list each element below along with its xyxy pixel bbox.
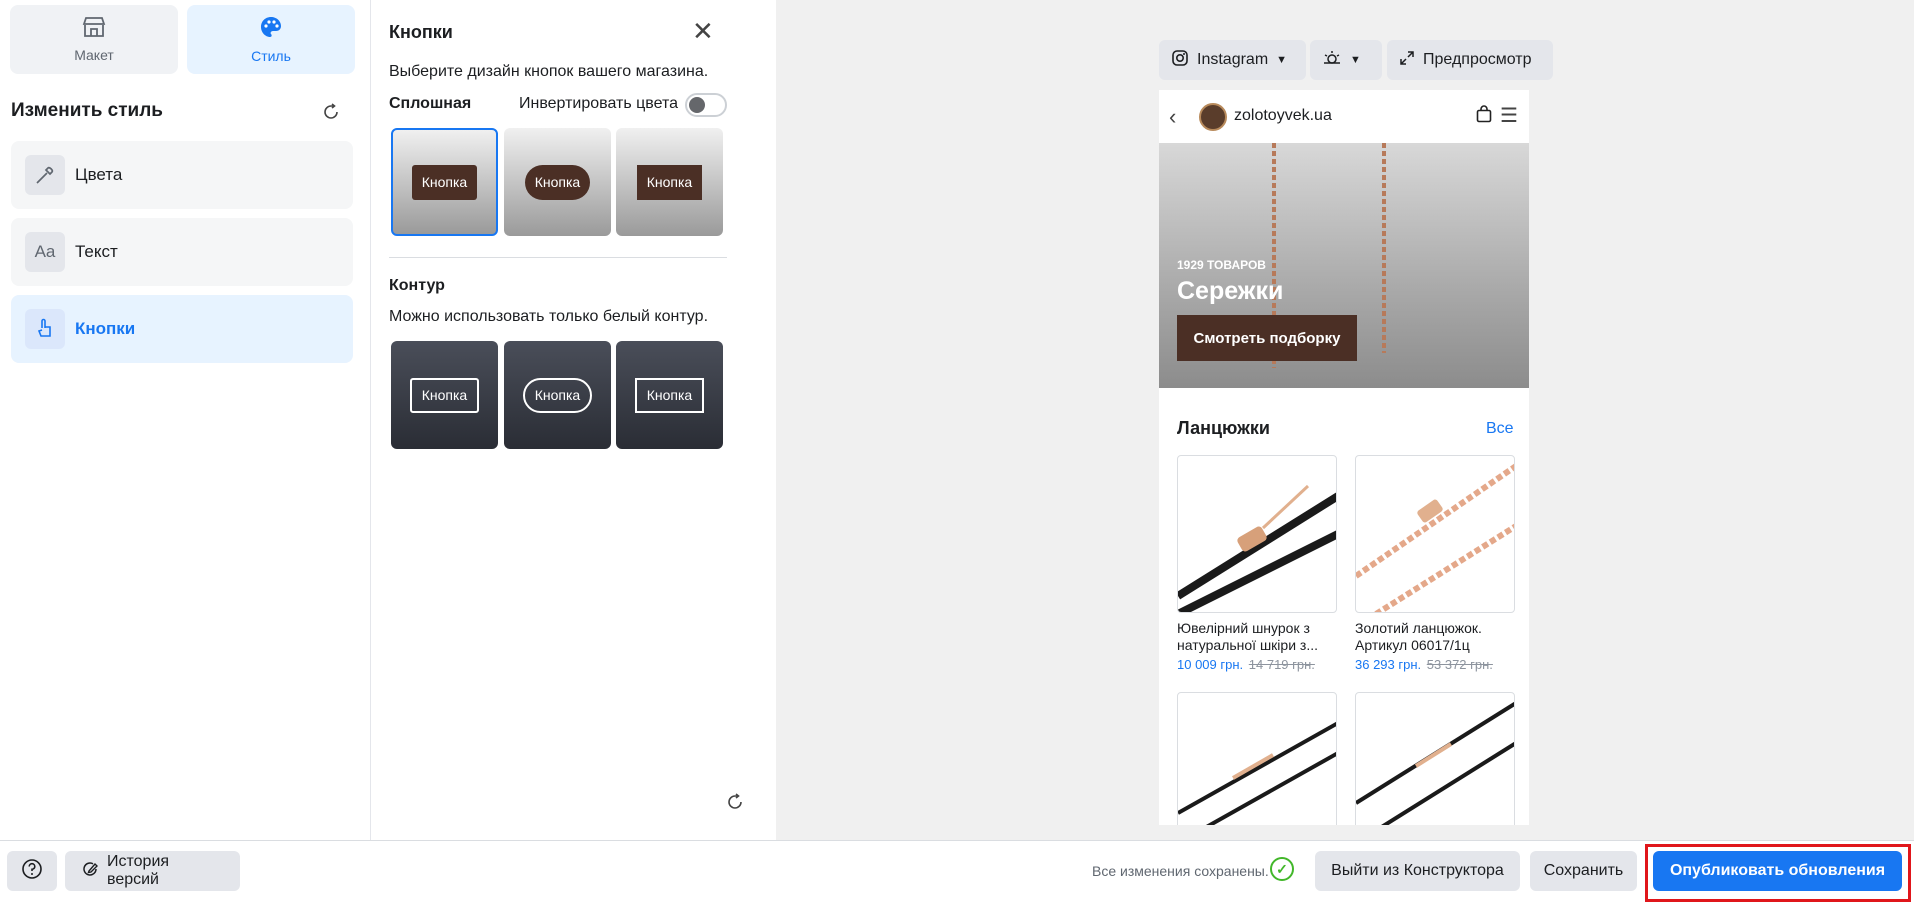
product-card[interactable]	[1355, 692, 1515, 825]
solid-option-square[interactable]: Кнопка	[616, 128, 723, 236]
sun-icon	[1322, 49, 1342, 72]
toggle-knob	[689, 97, 705, 113]
outline-section-label: Контур	[389, 277, 445, 294]
store-preview-area: Instagram ▼ ▼ Предпросмотр ‹ zolotoyvek.…	[776, 0, 1914, 840]
tab-layout[interactable]: Макет	[10, 5, 178, 74]
button-sample: Кнопка	[409, 377, 480, 413]
product-price-row: 36 293 грн. 53 372 грн.	[1355, 657, 1515, 672]
sidebar-item-label: Цвета	[75, 165, 123, 184]
save-button[interactable]: Сохранить	[1530, 851, 1637, 891]
store-name: zolotoyvek.ua	[1234, 107, 1332, 124]
product-old-price: 53 372 грн.	[1426, 657, 1493, 672]
change-style-heading: Изменить стиль	[11, 100, 163, 121]
button-sample: Кнопка	[524, 164, 591, 200]
product-image	[1355, 692, 1515, 825]
product-image	[1355, 455, 1515, 613]
channel-dropdown[interactable]: Instagram ▼	[1159, 40, 1306, 80]
product-price: 10 009 грн.	[1177, 657, 1244, 672]
outline-description: Можно использовать только белый контур.	[389, 308, 709, 325]
product-image	[1177, 455, 1337, 613]
buttons-panel: Кнопки ✕ Выберите дизайн кнопок вашего м…	[372, 0, 776, 840]
collection-all-link[interactable]: Все	[1486, 420, 1514, 438]
eyedropper-icon	[25, 155, 65, 195]
button-sample: Кнопка	[636, 164, 703, 200]
product-card[interactable]: Ювелірний шнурок з натуральної шкіри з..…	[1177, 455, 1337, 672]
save-status-text: Все изменения сохранены.	[1092, 863, 1269, 879]
outline-option-rectangle[interactable]: Кнопка	[391, 341, 498, 449]
solid-option-rectangle[interactable]: Кнопка	[391, 128, 498, 236]
sidebar-item-label: Кнопки	[75, 319, 136, 338]
tab-style-label: Стиль	[251, 48, 291, 64]
product-price: 36 293 грн.	[1355, 657, 1422, 672]
product-name: Ювелірний шнурок з натуральної шкіри з..…	[1177, 620, 1319, 653]
button-sample: Кнопка	[634, 377, 705, 413]
help-button[interactable]	[7, 851, 57, 891]
sidebar-item-text[interactable]: Aa Текст	[11, 218, 353, 286]
sidebar-item-label: Текст	[75, 242, 118, 261]
sidebar-item-colors[interactable]: Цвета	[11, 141, 353, 209]
history-edit-icon	[81, 860, 99, 883]
back-arrow-icon[interactable]: ‹	[1169, 104, 1176, 130]
style-sidebar: Макет Стиль Изменить стиль Цвета Aa Текс…	[0, 0, 371, 840]
product-image	[1177, 692, 1337, 825]
reset-buttons-icon[interactable]	[724, 791, 746, 813]
earring-chain-image	[1382, 143, 1386, 353]
storefront-icon	[82, 16, 106, 41]
version-history-label: История версий	[107, 853, 170, 888]
invert-colors-label: Инвертировать цвета	[519, 95, 679, 112]
check-circle-icon: ✓	[1270, 857, 1294, 881]
collection-title: Ланцюжки	[1177, 418, 1270, 438]
product-card[interactable]: Золотий ланцюжок. Артикул 06017/1ц 36 29…	[1355, 455, 1515, 672]
hero-title: Сережки	[1177, 277, 1284, 305]
store-header: ‹ zolotoyvek.ua ☰	[1159, 90, 1529, 143]
instagram-icon	[1171, 49, 1189, 72]
outline-option-square[interactable]: Кнопка	[616, 341, 723, 449]
invert-colors-toggle[interactable]	[685, 93, 727, 117]
phone-preview: ‹ zolotoyvek.ua ☰ 1929 ТОВАРОВ Сережки С…	[1159, 90, 1529, 825]
reset-style-icon[interactable]	[320, 101, 342, 123]
expand-icon	[1399, 50, 1415, 71]
sidebar-item-buttons[interactable]: Кнопки	[11, 295, 353, 363]
question-icon	[21, 858, 43, 885]
exit-builder-button[interactable]: Выйти из Конструктора	[1315, 851, 1520, 891]
tap-hand-icon	[25, 309, 65, 349]
caret-down-icon: ▼	[1350, 54, 1361, 66]
tab-style[interactable]: Стиль	[187, 5, 355, 74]
palette-icon	[259, 15, 283, 42]
footer-bar: История версий Все изменения сохранены. …	[0, 840, 1914, 905]
channel-label: Instagram	[1197, 51, 1269, 68]
panel-description: Выберите дизайн кнопок вашего магазина.	[389, 63, 709, 80]
product-old-price: 14 719 грн.	[1248, 657, 1315, 672]
preview-button[interactable]: Предпросмотр	[1387, 40, 1553, 80]
hero-banner: 1929 ТОВАРОВ Сережки Смотреть подборку	[1159, 143, 1529, 388]
hamburger-menu-icon[interactable]: ☰	[1500, 103, 1518, 128]
solid-section-label: Сплошная	[389, 95, 472, 112]
button-sample: Кнопка	[411, 164, 478, 200]
text-aa-icon: Aa	[25, 232, 65, 272]
hero-product-count: 1929 ТОВАРОВ	[1177, 258, 1266, 272]
view-collection-button[interactable]: Смотреть подборку	[1177, 315, 1357, 361]
product-price-row: 10 009 грн. 14 719 грн.	[1177, 657, 1337, 672]
solid-option-pill[interactable]: Кнопка	[504, 128, 611, 236]
product-name: Золотий ланцюжок. Артикул 06017/1ц	[1355, 620, 1482, 653]
section-divider	[389, 257, 727, 258]
preview-label: Предпросмотр	[1423, 51, 1532, 68]
button-sample: Кнопка	[522, 377, 593, 413]
publish-updates-button[interactable]: Опубликовать обновления	[1653, 851, 1902, 891]
version-history-button[interactable]: История версий	[65, 851, 240, 891]
tab-layout-label: Макет	[74, 47, 114, 63]
product-card[interactable]	[1177, 692, 1337, 825]
store-avatar	[1199, 103, 1227, 131]
outline-option-pill[interactable]: Кнопка	[504, 341, 611, 449]
caret-down-icon: ▼	[1276, 54, 1288, 66]
shopping-bag-icon[interactable]	[1476, 105, 1492, 128]
theme-dropdown[interactable]: ▼	[1310, 40, 1382, 80]
close-icon[interactable]: ✕	[692, 18, 714, 44]
panel-title: Кнопки	[389, 22, 453, 42]
